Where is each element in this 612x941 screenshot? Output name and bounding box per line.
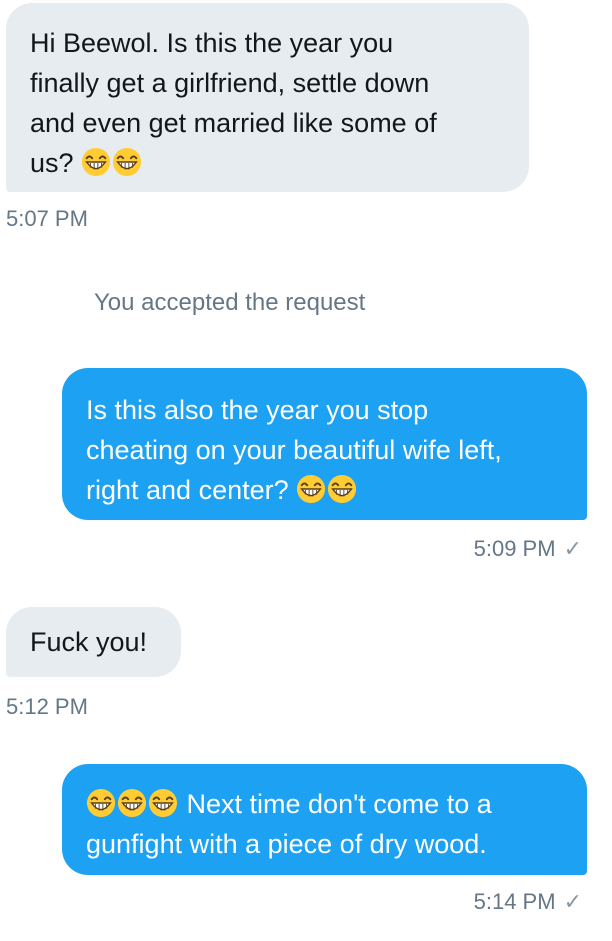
timestamp-2: 5:09 PM ✓	[473, 536, 582, 561]
grinning-squint-face-icon	[117, 788, 147, 818]
grinning-squint-face-icon	[86, 788, 116, 818]
sent-message-1[interactable]: Is this also the year you stop cheating …	[62, 368, 587, 520]
timestamp-3: 5:12 PM	[6, 694, 88, 719]
message-line: Next time don't come to a	[186, 789, 492, 819]
timestamp-4: 5:14 PM ✓	[473, 889, 582, 914]
grinning-squint-face-icon	[327, 474, 357, 504]
message-line: right and center?	[86, 475, 289, 505]
timestamp-1: 5:07 PM	[6, 206, 88, 231]
received-message-2[interactable]: Fuck you!	[6, 607, 181, 677]
message-line: cheating on your beautiful wife left,	[86, 435, 502, 465]
grinning-squint-face-icon	[296, 474, 326, 504]
grinning-squint-face-icon	[81, 147, 111, 177]
message-line: us?	[30, 148, 74, 178]
read-check-icon: ✓	[563, 536, 582, 561]
system-notice: You accepted the request	[94, 289, 366, 316]
sent-message-2[interactable]: Next time don't come to a gunfight with …	[62, 764, 587, 875]
received-message-1[interactable]: Hi Beewol. Is this the year you finally …	[6, 3, 529, 192]
message-line: Fuck you!	[30, 627, 148, 657]
grinning-squint-face-icon	[112, 147, 142, 177]
message-line: gunfight with a piece of dry wood.	[86, 829, 487, 859]
grinning-squint-face-icon	[148, 788, 178, 818]
message-line: Hi Beewol. Is this the year you	[30, 28, 394, 58]
message-line: and even get married like some of	[30, 108, 437, 138]
read-check-icon: ✓	[563, 889, 582, 914]
message-line: Is this also the year you stop	[86, 395, 429, 425]
message-line: finally get a girlfriend, settle down	[30, 68, 430, 98]
